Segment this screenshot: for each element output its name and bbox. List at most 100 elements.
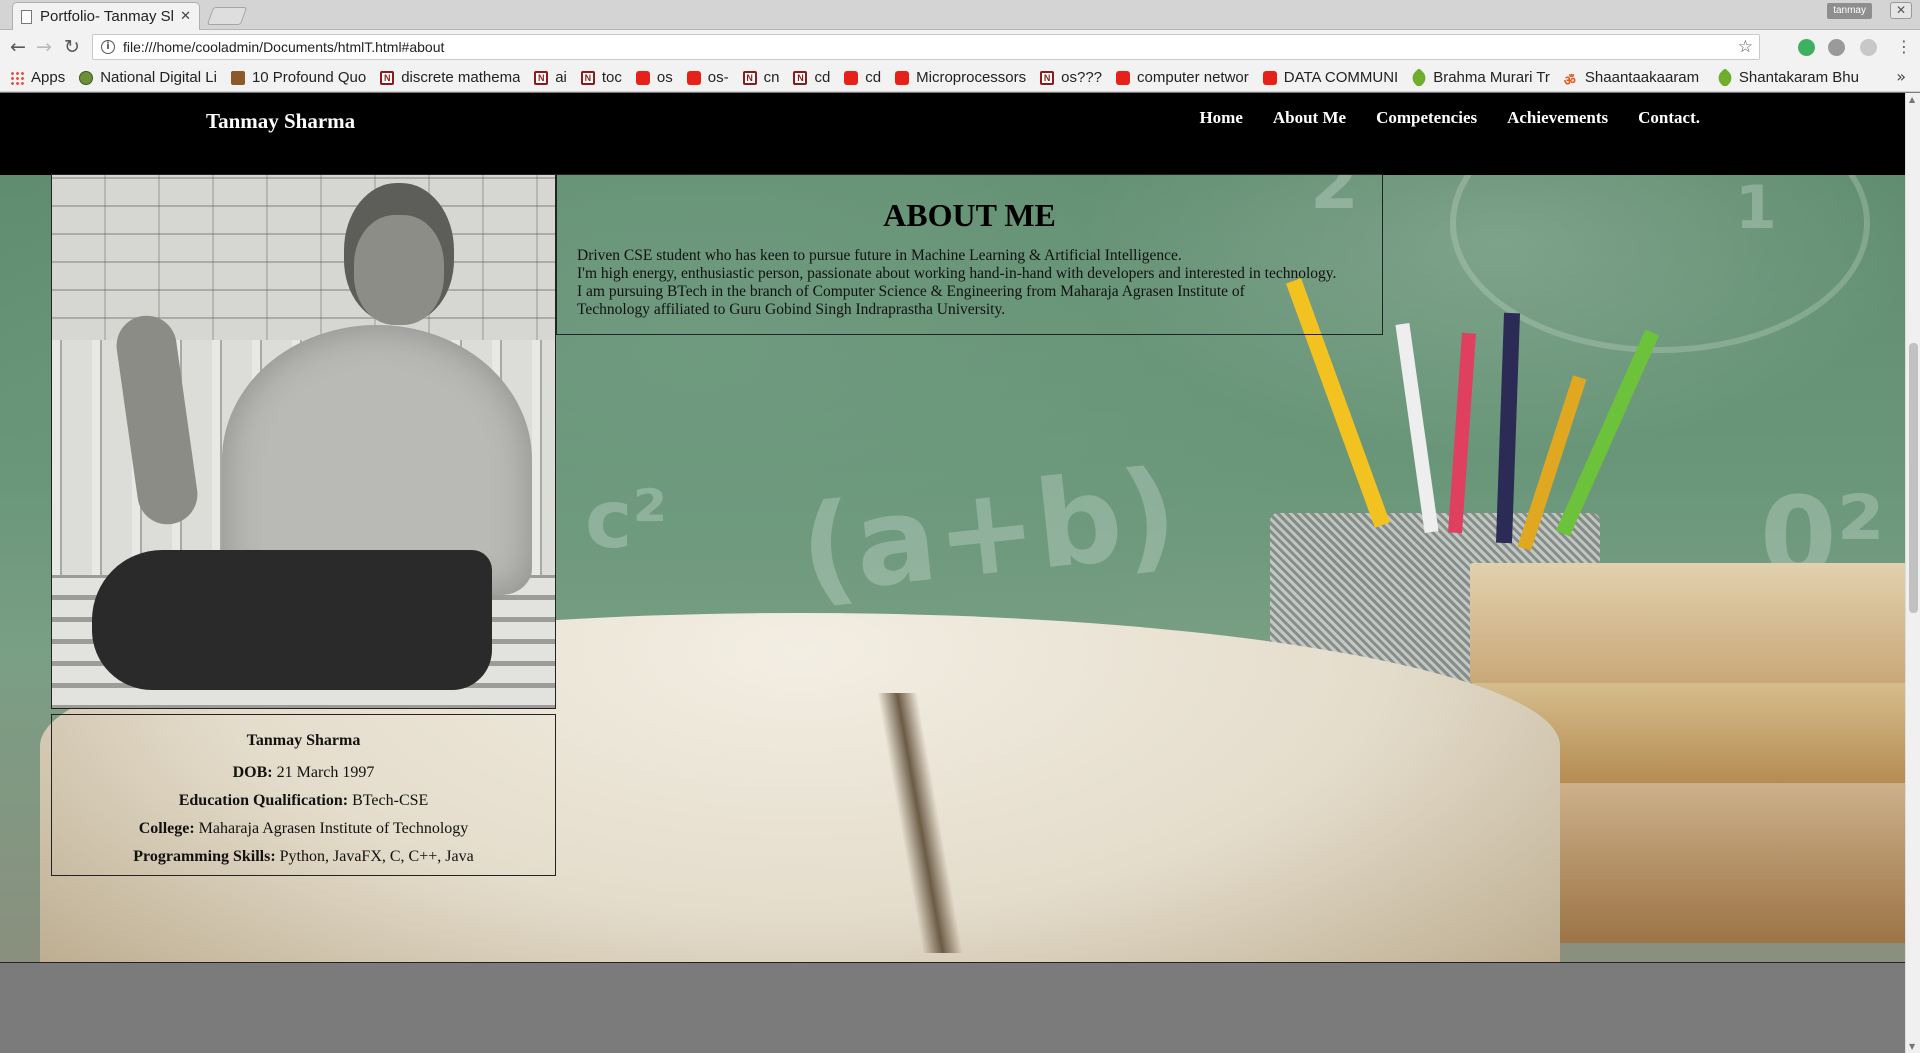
site-brand[interactable]: Tanmay Sharma xyxy=(206,109,355,134)
bookmark-label: Shantakaram Bhu xyxy=(1738,69,1858,86)
bookmarks-overflow-icon[interactable]: » xyxy=(1896,67,1906,86)
grammarly-extension-icon[interactable] xyxy=(1798,39,1815,56)
youtube-icon xyxy=(635,70,650,85)
bookmark-label: computer networ xyxy=(1137,69,1249,86)
nptel-icon: N xyxy=(534,70,549,85)
browser-tab-active[interactable]: Portfolio- Tanmay Sl ✕ xyxy=(12,2,200,30)
bookmark-label: ai xyxy=(555,69,567,86)
nav-link-competencies[interactable]: Competencies xyxy=(1376,108,1477,128)
globe-icon xyxy=(79,70,94,85)
bookmark-item[interactable]: Apps xyxy=(10,69,65,86)
profile-chip[interactable]: tanmay xyxy=(1827,3,1872,19)
profile-skills-row: Programming Skills: Python, JavaFX, C, C… xyxy=(52,848,555,866)
bookmark-label: 10 Profound Quo xyxy=(251,69,367,86)
bookmarks-bar: Apps National Digital Li 10 Profound Quo Nd… xyxy=(0,64,1920,92)
back-arrow-icon[interactable]: ← xyxy=(8,37,28,57)
reload-icon[interactable]: ↻ xyxy=(62,37,82,57)
about-line: I am pursuing BTech in the branch of Com… xyxy=(577,283,1245,300)
bookmark-label: Shaantaakaaram B xyxy=(1584,69,1704,86)
extension-icon[interactable] xyxy=(1828,39,1845,56)
profile-education-row: Education Qualification: BTech-CSE xyxy=(52,792,555,810)
bookmark-item[interactable]: Shantakaram Bhu xyxy=(1717,69,1858,86)
bookmark-item[interactable]: Ncd xyxy=(793,69,830,86)
pencil xyxy=(1495,312,1521,544)
youtube-icon xyxy=(686,70,701,85)
bookmark-item[interactable]: os- xyxy=(686,69,729,86)
bookmark-item[interactable]: Nos??? xyxy=(1040,69,1102,86)
education-value: BTech-CSE xyxy=(352,792,429,809)
bookmark-item[interactable]: National Digital Li xyxy=(79,69,217,86)
nav-link-home[interactable]: Home xyxy=(1199,108,1242,128)
about-line: Driven CSE student who has keen to pursu… xyxy=(577,247,1182,264)
forward-arrow-icon[interactable]: → xyxy=(34,37,54,57)
bookmark-item[interactable]: Ncn xyxy=(742,69,779,86)
bookmark-item[interactable]: Nai xyxy=(534,69,567,86)
book-icon xyxy=(230,70,245,85)
chalk-formula: c² xyxy=(585,473,668,566)
nav-link-contact[interactable]: Contact. xyxy=(1638,108,1700,128)
bookmark-item[interactable]: Ndiscrete mathema xyxy=(380,69,520,86)
about-section: ABOUT ME Driven CSE student who has keen… xyxy=(556,174,1383,335)
scroll-down-arrow-icon[interactable]: ▼ xyxy=(1909,1042,1915,1051)
tab-strip: Portfolio- Tanmay Sl ✕ tanmay ✕ xyxy=(0,0,1920,30)
bookmark-label: cd xyxy=(814,69,831,86)
tab-title: Portfolio- Tanmay Sl xyxy=(40,8,174,25)
new-tab-button[interactable] xyxy=(206,7,248,25)
bookmark-item[interactable]: Ntoc xyxy=(580,69,622,86)
browser-toolbar: ← → ↻ i file:///home/cooladmin/Documents… xyxy=(0,30,1920,64)
education-label: Education Qualification: xyxy=(178,792,349,809)
nptel-icon: N xyxy=(380,70,395,85)
info-icon[interactable]: i xyxy=(101,40,115,54)
bookmark-label: Microprocessors xyxy=(916,69,1027,86)
window-close-button[interactable]: ✕ xyxy=(1890,2,1912,19)
about-text: Driven CSE student who has keen to pursu… xyxy=(577,247,1362,319)
bookmark-item[interactable]: DATA COMMUNI xyxy=(1262,69,1399,86)
bookmark-label: DATA COMMUNI xyxy=(1283,69,1399,86)
address-bar[interactable]: i file:///home/cooladmin/Documents/htmlT… xyxy=(92,34,1760,60)
profile-name-row: Tanmay Sharma xyxy=(52,732,555,750)
profile-photo xyxy=(51,174,556,709)
nptel-icon: N xyxy=(1040,70,1055,85)
leaf-icon xyxy=(1412,69,1430,86)
nptel-icon: N xyxy=(793,70,808,85)
bookmark-star-icon[interactable]: ☆ xyxy=(1738,37,1753,57)
photo-brick-wall xyxy=(52,175,555,345)
bookmark-item[interactable]: ॐ Shaantaakaaram B xyxy=(1564,69,1704,86)
bookmark-label: os xyxy=(656,69,673,86)
college-value: Maharaja Agrasen Institute of Technology xyxy=(198,820,469,837)
om-icon: ॐ xyxy=(1563,72,1576,87)
bookmark-label: cd xyxy=(865,69,882,86)
page-viewport: (a+b) c² 0² 2 1 Tanmay Sharma Home About… xyxy=(0,93,1905,1053)
bookmark-label: Brahma Murari Tr xyxy=(1433,69,1550,86)
youtube-icon xyxy=(1116,70,1131,85)
nptel-icon: N xyxy=(742,70,757,85)
bookmark-item[interactable]: computer networ xyxy=(1116,69,1249,86)
about-heading: ABOUT ME xyxy=(883,197,1056,233)
bookmark-label: toc xyxy=(601,69,622,86)
nptel-icon: N xyxy=(580,70,595,85)
tab-close-icon[interactable]: ✕ xyxy=(180,9,191,24)
nav-link-about-me[interactable]: About Me xyxy=(1273,108,1346,128)
browser-menu-icon[interactable]: ⋮ xyxy=(1894,37,1914,57)
bookmark-item[interactable]: os xyxy=(635,69,673,86)
about-line: Technology affiliated to Guru Gobind Sin… xyxy=(577,301,1006,318)
bookmark-label: os- xyxy=(707,69,729,86)
site-nav: Home About Me Competencies Achievements … xyxy=(1169,108,1700,128)
bookmark-item[interactable]: Microprocessors xyxy=(895,69,1026,86)
bookmark-item[interactable]: 10 Profound Quo xyxy=(230,69,367,86)
youtube-icon xyxy=(844,70,859,85)
skills-value: Python, JavaFX, C, C++, Java xyxy=(279,848,474,865)
photo-person-face xyxy=(354,215,444,325)
bookmark-label: discrete mathema xyxy=(401,69,521,86)
bookmark-item[interactable]: Brahma Murari Tr xyxy=(1412,69,1550,86)
pencil xyxy=(1395,323,1439,533)
bookmark-item[interactable]: cd xyxy=(844,69,881,86)
puzzle-extension-icon[interactable] xyxy=(1860,39,1877,56)
scrollbar-thumb[interactable] xyxy=(1909,343,1918,613)
nav-link-achievements[interactable]: Achievements xyxy=(1507,108,1608,128)
page-scrollbar[interactable]: ▲ ▼ xyxy=(1905,93,1920,1053)
scroll-up-arrow-icon[interactable]: ▲ xyxy=(1909,95,1915,104)
url-text[interactable]: file:///home/cooladmin/Documents/htmlT.h… xyxy=(123,39,1738,55)
youtube-icon xyxy=(895,70,910,85)
site-header: Tanmay Sharma Home About Me Competencies… xyxy=(0,93,1905,175)
